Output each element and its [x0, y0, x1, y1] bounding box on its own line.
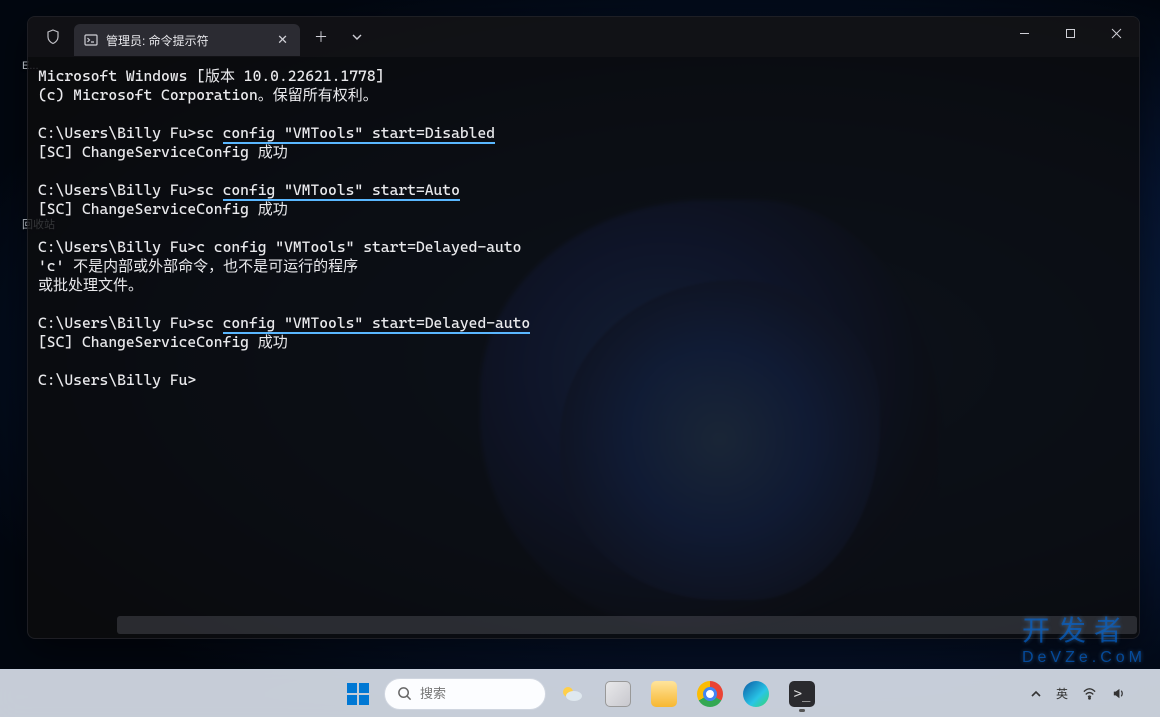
edge-button[interactable] [736, 674, 776, 714]
start-button[interactable] [338, 674, 378, 714]
task-view-button[interactable] [598, 674, 638, 714]
chrome-icon [697, 681, 723, 707]
command: config "VMTools" start=Auto [223, 181, 460, 201]
prompt: C:\Users\Billy Fu>sc [38, 124, 223, 142]
watermark: 开发者 DeVZe.CoM [1022, 609, 1146, 667]
tray-overflow-button[interactable] [1028, 686, 1044, 702]
new-tab-button[interactable]: ＋ [304, 23, 338, 51]
line: Microsoft Windows [版本 10.0.22621.1778] [38, 67, 384, 85]
maximize-button[interactable] [1047, 17, 1093, 49]
title-bar[interactable]: 管理员: 命令提示符 ✕ ＋ [28, 17, 1139, 57]
file-explorer-button[interactable] [644, 674, 684, 714]
line: 或批处理文件。 [38, 276, 143, 294]
taskbar: >_ 英 [0, 669, 1160, 717]
search-input[interactable] [420, 686, 533, 701]
windows-logo-icon [347, 683, 369, 705]
line: [SC] ChangeServiceConfig 成功 [38, 200, 288, 218]
weather-icon [559, 681, 585, 707]
watermark-line1: 开发者 [1022, 615, 1130, 646]
terminal-icon: >_ [789, 681, 815, 707]
terminal-output[interactable]: Microsoft Windows [版本 10.0.22621.1778] (… [28, 57, 1139, 638]
line: [SC] ChangeServiceConfig 成功 [38, 143, 288, 161]
weather-widget[interactable] [552, 674, 592, 714]
line: C:\Users\Billy Fu>c config "VMTools" sta… [38, 238, 521, 256]
line: 'c' 不是内部或外部命令，也不是可运行的程序 [38, 257, 358, 275]
terminal-window: 管理员: 命令提示符 ✕ ＋ Microsoft Windows [版本 10.… [27, 16, 1140, 639]
language-indicator[interactable]: 英 [1054, 683, 1070, 704]
shield-icon [36, 23, 70, 51]
command: config "VMTools" start=Delayed-auto [223, 314, 531, 334]
tab-dropdown-button[interactable] [342, 25, 372, 49]
prompt: C:\Users\Billy Fu>sc [38, 181, 223, 199]
taskbar-search[interactable] [384, 678, 546, 710]
chrome-button[interactable] [690, 674, 730, 714]
system-tray: 英 [1028, 683, 1154, 704]
edge-icon [743, 681, 769, 707]
cmd-icon [84, 33, 98, 47]
task-view-icon [605, 681, 631, 707]
network-icon[interactable] [1080, 684, 1099, 703]
command: config "VMTools" start=Disabled [223, 124, 495, 144]
volume-icon[interactable] [1109, 684, 1128, 703]
tab-close-button[interactable]: ✕ [275, 30, 290, 50]
prompt: C:\Users\Billy Fu>sc [38, 314, 223, 332]
horizontal-scrollbar[interactable] [117, 616, 1137, 634]
tab-cmd[interactable]: 管理员: 命令提示符 ✕ [74, 24, 300, 56]
close-button[interactable] [1093, 17, 1139, 49]
prompt: C:\Users\Billy Fu> [38, 371, 196, 389]
minimize-button[interactable] [1001, 17, 1047, 49]
watermark-line2: DeVZe.CoM [1022, 649, 1146, 667]
line: [SC] ChangeServiceConfig 成功 [38, 333, 288, 351]
terminal-button[interactable]: >_ [782, 674, 822, 714]
tab-title: 管理员: 命令提示符 [106, 32, 267, 49]
search-icon [397, 686, 412, 701]
folder-icon [651, 681, 677, 707]
line: (c) Microsoft Corporation。保留所有权利。 [38, 86, 378, 104]
